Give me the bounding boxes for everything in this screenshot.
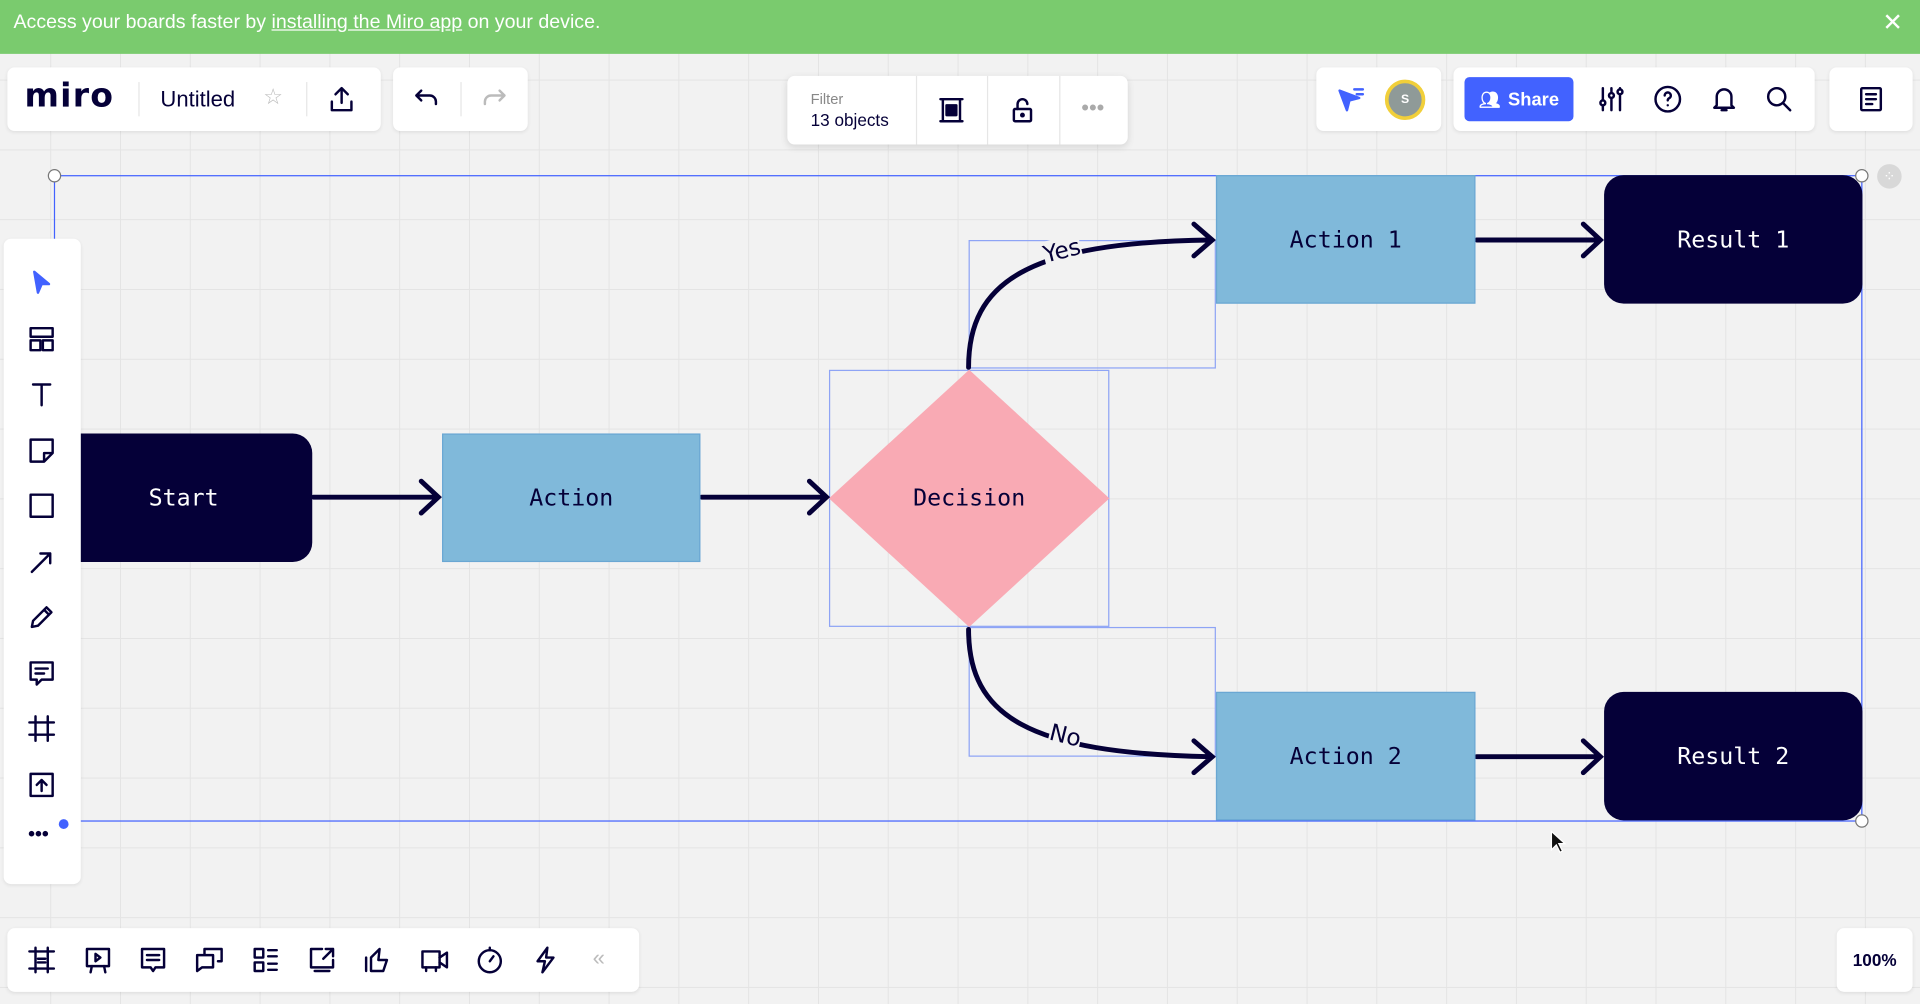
- filter-label[interactable]: Filter: [811, 91, 844, 108]
- settings-sliders-icon[interactable]: [1597, 84, 1626, 113]
- share-screen-icon[interactable]: [307, 945, 336, 974]
- export-icon[interactable]: [327, 84, 356, 113]
- frame-icon[interactable]: [27, 714, 56, 743]
- arrow-no: [966, 626, 1216, 776]
- notifications-icon[interactable]: [1709, 84, 1738, 113]
- collab-panel: S: [1316, 67, 1442, 132]
- arrow-icon[interactable]: [27, 547, 56, 576]
- frames-icon[interactable]: [27, 945, 56, 974]
- more-options-icon[interactable]: •••: [1081, 96, 1104, 122]
- history-panel: [393, 67, 528, 132]
- arrow-action-decision: [699, 478, 831, 516]
- action-shape[interactable]: Action: [442, 433, 701, 563]
- result2-label: Result 2: [1677, 742, 1790, 770]
- action2-label: Action 2: [1289, 742, 1402, 770]
- object-count[interactable]: 13 objects: [811, 110, 889, 130]
- unlock-icon[interactable]: [1008, 96, 1037, 125]
- arrow-yes: [966, 221, 1216, 370]
- chat-icon[interactable]: [195, 945, 224, 974]
- action2-shape[interactable]: Action 2: [1215, 691, 1476, 821]
- collapse-toolbar-icon[interactable]: «: [593, 945, 605, 971]
- start-label: Start: [148, 484, 219, 512]
- user-avatar[interactable]: S: [1384, 79, 1426, 121]
- selection-toolbar: Filter 13 objects •••: [787, 75, 1128, 145]
- board-header: miro Untitled ☆: [7, 67, 381, 132]
- sticky-note-icon[interactable]: [27, 436, 56, 465]
- mouse-cursor-icon: [1550, 830, 1567, 854]
- action1-label: Action 1: [1289, 225, 1402, 253]
- search-icon[interactable]: [1764, 84, 1793, 113]
- cursor-follow-icon[interactable]: [1335, 84, 1367, 113]
- presentation-icon[interactable]: [83, 945, 112, 974]
- action-label: Action: [529, 484, 614, 512]
- help-icon[interactable]: [1653, 84, 1682, 113]
- frame-selection-icon[interactable]: [937, 96, 966, 125]
- collaboration-toolbar: «: [7, 928, 640, 992]
- share-label: Share: [1507, 88, 1560, 110]
- board-title[interactable]: Untitled: [160, 87, 235, 113]
- board-info-panel: [1829, 67, 1913, 132]
- miro-logo[interactable]: miro: [24, 77, 114, 115]
- arrow-action2-result2: [1474, 738, 1605, 776]
- timer-icon[interactable]: [475, 945, 504, 974]
- more-tools-icon[interactable]: •••: [28, 824, 49, 846]
- decision-label: Decision: [913, 484, 1026, 512]
- zoom-level[interactable]: 100%: [1836, 928, 1913, 992]
- new-indicator-dot: [58, 819, 69, 829]
- comments-icon[interactable]: [138, 945, 167, 974]
- document-icon[interactable]: [1856, 84, 1885, 113]
- upload-icon[interactable]: [27, 770, 56, 799]
- decision-label-wrap: Decision: [829, 370, 1109, 627]
- select-icon[interactable]: [27, 268, 56, 297]
- undo-icon[interactable]: [411, 84, 440, 113]
- redo-icon[interactable]: [480, 84, 509, 113]
- result1-shape[interactable]: Result 1: [1604, 175, 1863, 304]
- creation-toolbar: •••: [3, 238, 81, 885]
- comment-icon[interactable]: [27, 659, 56, 688]
- result2-shape[interactable]: Result 2: [1604, 691, 1863, 821]
- arrow-action1-result1: [1474, 221, 1605, 259]
- voting-icon[interactable]: [362, 945, 391, 974]
- lightning-icon[interactable]: [531, 945, 560, 974]
- actions-panel: 👥︎ Share: [1453, 67, 1815, 132]
- video-icon[interactable]: [419, 945, 451, 974]
- users-icon: 👥︎: [1478, 88, 1501, 109]
- action1-shape[interactable]: Action 1: [1215, 175, 1476, 304]
- shape-icon[interactable]: [27, 491, 56, 520]
- share-button[interactable]: 👥︎ Share: [1464, 77, 1574, 122]
- arrow-start-action: [311, 478, 442, 516]
- start-shape[interactable]: Start: [55, 433, 313, 563]
- star-icon[interactable]: ☆: [263, 84, 283, 110]
- pen-icon[interactable]: [27, 602, 56, 631]
- result1-label: Result 1: [1677, 225, 1790, 253]
- templates-icon[interactable]: [27, 324, 56, 353]
- text-icon[interactable]: [27, 380, 56, 409]
- cards-icon[interactable]: [251, 945, 280, 974]
